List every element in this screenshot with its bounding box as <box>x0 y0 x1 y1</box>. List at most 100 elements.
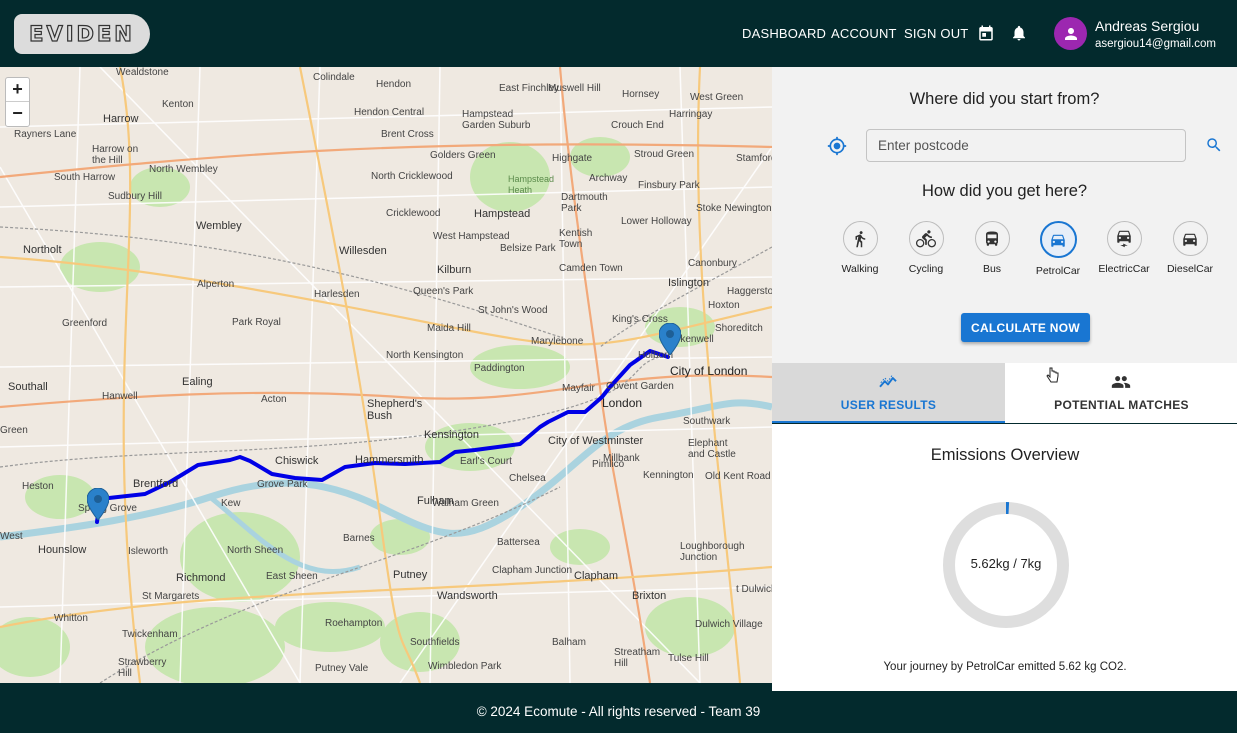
map-label: Strawberry Hill <box>118 657 167 679</box>
people-icon <box>1111 376 1131 388</box>
destination-location-pin[interactable] <box>659 323 681 355</box>
map-label: Paddington <box>474 363 525 374</box>
map-label: Acton <box>261 394 287 405</box>
map-label: Hornsey <box>622 89 660 100</box>
person-icon <box>1064 27 1077 40</box>
map-label: Kensington <box>424 429 480 441</box>
map-label: North Sheen <box>227 545 284 556</box>
journey-summary-text: Your journey by PetrolCar emitted 5.62 k… <box>883 661 1127 673</box>
results-tabs: USER RESULTS POTENTIAL MATCHES <box>772 363 1237 423</box>
map-label: Putney Vale <box>315 663 369 674</box>
electric-car-icon <box>1117 230 1131 247</box>
map-label: North Kensington <box>386 350 464 361</box>
map-label: Kentish Town <box>559 228 593 250</box>
bicycle-icon <box>916 229 936 247</box>
user-avatar[interactable] <box>1054 17 1087 50</box>
eviden-logo[interactable]: EVIDEN <box>14 14 150 54</box>
map-label: Barnes <box>343 533 375 544</box>
mode-diesel-car[interactable]: DieselCar <box>1150 221 1230 275</box>
map-label: Chiswick <box>275 455 319 467</box>
map-label: Whitton <box>54 613 88 624</box>
map-label: Brent Cross <box>381 129 434 140</box>
map-label: Kew <box>221 498 241 509</box>
map-label: South Harrow <box>54 172 116 183</box>
car-icon <box>1051 234 1065 247</box>
map-label: Covent Garden <box>606 381 674 392</box>
user-name: Andreas Sergiou <box>1095 18 1200 34</box>
map-label: Southall <box>8 381 48 393</box>
map-label: Stoke Newington <box>696 203 772 214</box>
map-label: Hampstead Garden Suburb <box>462 109 531 131</box>
map-label: Hampstead <box>474 208 531 220</box>
journey-form-panel: Where did you start from? How did you ge… <box>772 67 1237 363</box>
nav-account-link[interactable]: ACCOUNT <box>831 26 897 41</box>
map-label: Hendon <box>376 79 412 90</box>
map-label: Cricklewood <box>386 208 441 219</box>
map-label: Harrow <box>103 113 139 125</box>
map-label: Colindale <box>313 72 355 83</box>
tab-user-results[interactable]: USER RESULTS <box>772 363 1005 423</box>
map-label: Stroud Green <box>634 149 695 160</box>
map-label: Hanwell <box>102 391 138 402</box>
calculate-now-button[interactable]: CALCULATE NOW <box>961 313 1090 342</box>
map-label: Wandsworth <box>437 590 498 602</box>
map-label: Southwark <box>683 416 731 427</box>
map-label: Battersea <box>497 537 540 548</box>
map-label: Stamford <box>736 153 772 164</box>
map-label: Greenford <box>62 318 108 329</box>
map-label: North Wembley <box>149 164 218 175</box>
map-label: East Sheen <box>266 571 318 582</box>
map-label: Millbank <box>603 453 640 464</box>
map-label: City of London <box>670 364 748 378</box>
car-icon <box>1183 233 1197 246</box>
bell-icon[interactable] <box>1010 24 1028 42</box>
tab-label: POTENTIAL MATCHES <box>1054 398 1189 412</box>
map-label: Camden Town <box>559 263 623 274</box>
map-label: Sudbury Hill <box>108 191 162 202</box>
map-label: Twickenham <box>122 629 178 640</box>
map-label: Elephant and Castle <box>688 438 736 460</box>
map-label: Hampstead Heath <box>508 174 555 195</box>
map-label: Finsbury Park <box>638 180 700 191</box>
map-label: Islington <box>668 277 709 289</box>
postcode-input[interactable] <box>866 129 1186 162</box>
map-label: St Margarets <box>142 591 200 602</box>
my-location-icon[interactable] <box>827 136 847 156</box>
map-label: Clapham Junction <box>492 565 573 576</box>
map-label: Wembley <box>196 220 242 232</box>
map-label: Park Royal <box>232 317 281 328</box>
map-label: St John's Wood <box>478 305 548 316</box>
zoom-out-button[interactable]: − <box>6 102 29 126</box>
map-label: West <box>0 531 23 542</box>
nav-dashboard-link[interactable]: DASHBOARD <box>742 26 826 41</box>
map-label: Dartmouth Park <box>561 192 608 214</box>
map-label: Brixton <box>632 590 667 602</box>
map-label: Richmond <box>176 572 226 584</box>
map-label: City of Westminster <box>548 435 644 447</box>
map-label: Lower Holloway <box>621 216 692 227</box>
map-label: Northolt <box>23 244 62 256</box>
start-location-pin[interactable] <box>87 488 109 520</box>
app-footer: © 2024 Ecomute - All rights reserved - T… <box>0 691 1237 733</box>
map-label: North Cricklewood <box>371 171 453 182</box>
map-label: Haggerston <box>727 286 772 297</box>
map-label: Tulse Hill <box>668 653 709 664</box>
calendar-icon[interactable] <box>977 24 995 42</box>
map-label: Belsize Park <box>500 243 556 254</box>
route-map[interactable]: Wealdstone Kenton Harrow Rayners Lane Ha… <box>0 67 772 683</box>
map-zoom-control: + − <box>5 77 30 127</box>
map-label: Hoxton <box>708 300 740 311</box>
tab-potential-matches[interactable]: POTENTIAL MATCHES <box>1005 363 1237 423</box>
map-label: Canonbury <box>688 258 737 269</box>
chart-line-icon <box>879 375 897 388</box>
logo-text: EVIDEN <box>29 21 135 46</box>
nav-sign-out-link[interactable]: SIGN OUT <box>904 26 968 41</box>
map-label: Southfields <box>410 637 460 648</box>
zoom-in-button[interactable]: + <box>6 78 29 102</box>
map-label: Muswell Hill <box>548 83 601 94</box>
search-icon[interactable] <box>1205 136 1223 154</box>
map-label: Heston <box>22 481 54 492</box>
map-label: Maida Hill <box>427 323 471 334</box>
walking-icon <box>855 230 866 247</box>
map-label: London <box>602 396 643 410</box>
